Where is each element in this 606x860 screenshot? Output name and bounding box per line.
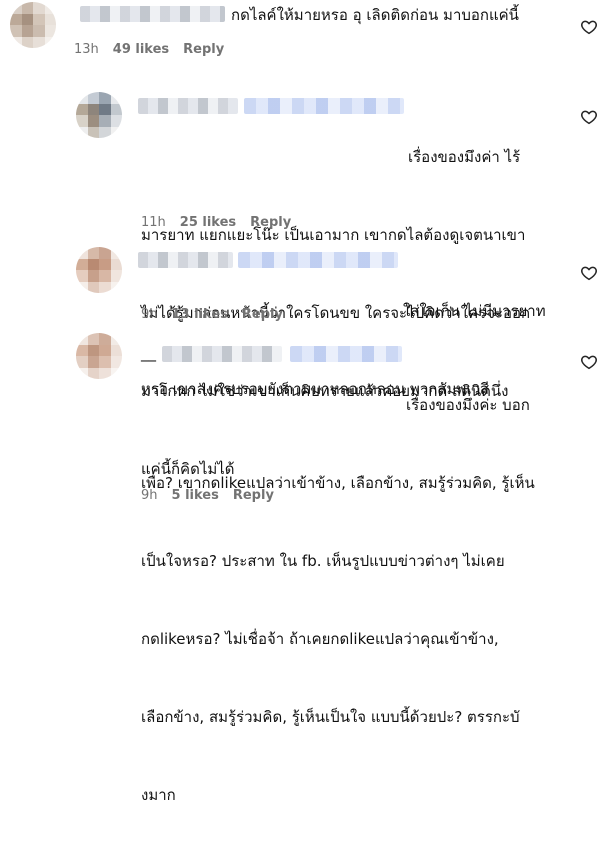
reply-button[interactable]: Reply [183,42,224,57]
timestamp: 9h [141,488,158,503]
comment-line: เลือกข้าง, สมรู้ร่วมคิด, รู้เห็นเป็นใจ แ… [141,708,520,726]
username[interactable] [80,6,225,22]
reply-button[interactable]: Reply [233,488,274,503]
reply-button[interactable]: Reply [242,307,283,322]
likes-count[interactable]: 13 likes [172,307,228,322]
avatar[interactable] [76,92,122,138]
reply-button[interactable]: Reply [250,215,291,230]
heart-outline-icon[interactable] [580,353,598,371]
comment-line: เป็นใจหรอ? ประสาท ใน fb. เห็นรูปแบบข่าวต… [141,552,505,570]
comment-line: กดlikeหรอ? ไม่เชื่อจ้า ถ้าเคยกดlikeแปลว่… [141,630,499,648]
comment-line: เรื่องของมึงค่ะ บอก [406,396,530,414]
heart-outline-icon[interactable] [580,108,598,126]
comment-text: กดไลค์ให้มายหรอ อุ เลิดติดก่อน มาบอกแค่น… [231,6,519,24]
heart-outline-icon[interactable] [580,18,598,36]
likes-count[interactable]: 49 likes [113,42,169,57]
comment-meta: 9h 5 likes Reply [141,488,274,503]
timestamp: 9h [141,307,158,322]
comment-line: งมาก [141,786,176,804]
comment-line: เรื่องของมึงค่า ไร้ [408,148,521,166]
heart-outline-icon[interactable] [580,264,598,282]
avatar[interactable] [76,247,122,293]
comment-meta: 9h 13 likes Reply [141,307,283,322]
avatar[interactable] [76,333,122,379]
avatar[interactable] [10,2,56,48]
comment-meta: 11h 25 likes Reply [141,215,291,230]
comment-text: เรื่องของมึงค่ะ บอก เพื่อ? เขากดlikeแปลว… [141,340,535,860]
likes-count[interactable]: 25 likes [180,215,236,230]
likes-count[interactable]: 5 likes [172,488,219,503]
comment-meta: 13h 49 likes Reply [74,42,224,57]
timestamp: 13h [74,42,99,57]
timestamp: 11h [141,215,166,230]
